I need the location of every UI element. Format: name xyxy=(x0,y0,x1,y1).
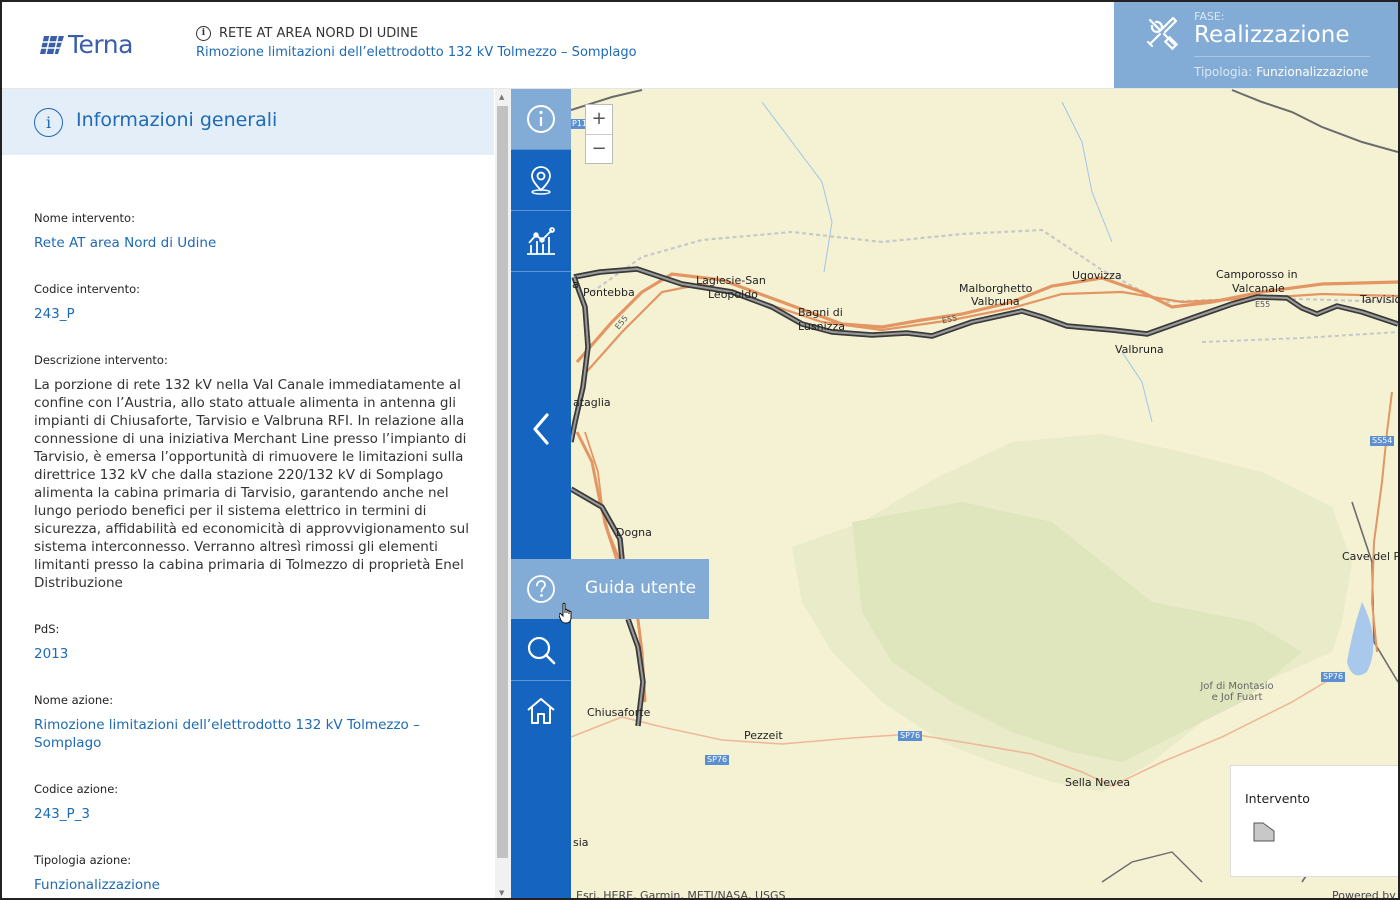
map-label-jof: Jof di Montasio e Jof Fuart xyxy=(1200,681,1274,703)
chevron-left-icon xyxy=(533,413,549,445)
panel-header: i Informazioni generali xyxy=(2,89,494,155)
map-label-ugovizza: Ugovizza xyxy=(1072,269,1122,282)
descrizione-value: La porzione di rete 132 kV nella Val Can… xyxy=(34,377,469,591)
map-label-valcanale: Valcanale xyxy=(1232,282,1285,295)
header: Terna i RETE AT AREA NORD DI UDINE Rimoz… xyxy=(2,2,1398,89)
map-label-a-left: a xyxy=(572,278,579,291)
map-label-dogna: Dogna xyxy=(616,526,652,539)
pds-value: 2013 xyxy=(34,646,69,662)
zoom-in-button[interactable]: + xyxy=(586,105,612,135)
road-sp76-a: SP76 xyxy=(705,755,730,765)
field-nome-azione: Nome azione: Rimozione limitazioni dell’… xyxy=(34,693,434,752)
toolbar-location-button[interactable] xyxy=(511,150,571,211)
field-pds: PdS: 2013 xyxy=(34,622,474,663)
field-tipologia-azione: Tipologia azione: Funzionalizzazione xyxy=(34,853,474,894)
panel-title: Informazioni generali xyxy=(76,109,278,131)
map-legend: Intervento xyxy=(1230,765,1398,877)
road-sp76-b: SP76 xyxy=(898,731,923,741)
info-panel: i Informazioni generali Nome intervento:… xyxy=(2,89,494,898)
map-label-ataglia: ataglia xyxy=(573,396,611,409)
codice-azione-value: 243_P_3 xyxy=(34,806,90,822)
app-window: Terna i RETE AT AREA NORD DI UDINE Rimoz… xyxy=(0,0,1400,900)
field-nome-intervento: Nome intervento: Rete AT area Nord di Ud… xyxy=(34,211,474,252)
phase-box: FASE: Realizzazione Tipologia: Funzionali… xyxy=(1114,2,1398,88)
phase-tipologia-value: Funzionalizzazione xyxy=(1256,65,1369,79)
info-icon: i xyxy=(196,26,211,41)
map-label-malborghetto: Malborghetto xyxy=(959,282,1033,295)
phase-tipologia: Tipologia: Funzionalizzazione xyxy=(1194,65,1369,79)
zoom-out-button[interactable]: − xyxy=(586,135,612,164)
map-label-valbruna-b: Valbruna xyxy=(1115,343,1164,356)
tools-icon xyxy=(1146,16,1179,51)
map-label-cave-del: Cave del P xyxy=(1342,550,1400,563)
map-label-pezzeit: Pezzeit xyxy=(744,729,783,742)
map-label-camporosso: Camporosso in xyxy=(1216,268,1298,281)
zoom-control: + − xyxy=(585,104,613,164)
info-icon xyxy=(527,105,555,133)
map-label-pontebba: Pontebba xyxy=(583,286,635,299)
legend-polygon-icon xyxy=(1253,822,1275,842)
terna-logo-icon xyxy=(40,35,64,54)
field-codice-azione: Codice azione: 243_P_3 xyxy=(34,782,474,823)
map-label-sia: sia xyxy=(573,836,589,849)
road-e55-c: E55 xyxy=(1255,300,1271,309)
powered-by[interactable]: Powered by xyxy=(1332,889,1396,898)
search-icon xyxy=(527,636,556,665)
home-icon xyxy=(527,698,555,724)
area-name: RETE AT AREA NORD DI UDINE xyxy=(219,26,419,41)
map-attribution: Esri, HERE, Garmin, METI/NASA, USGS xyxy=(576,889,786,900)
map-label-sella-nevea: Sella Nevea xyxy=(1065,776,1131,789)
scroll-up-icon[interactable]: ▲ xyxy=(499,93,504,101)
toolbar-search-button[interactable] xyxy=(511,620,571,681)
map-label-laglesie: Laglesie-San xyxy=(696,274,766,287)
legend-title: Intervento xyxy=(1245,791,1310,806)
location-pin-icon xyxy=(531,166,551,195)
toolbar-home-button[interactable] xyxy=(511,681,571,741)
toolbar-info-button[interactable] xyxy=(511,89,571,150)
field-descrizione: Descrizione intervento: La porzione di r… xyxy=(34,353,474,592)
nome-intervento-value: Rete AT area Nord di Udine xyxy=(34,235,217,251)
map-label-bagni: Bagni di xyxy=(798,306,843,319)
toolbar-chart-button[interactable] xyxy=(511,211,571,272)
map-toolbar xyxy=(511,89,571,898)
chart-icon xyxy=(527,227,555,255)
map-label-lusnizza: Lusnizza xyxy=(798,320,845,333)
header-info: i RETE AT AREA NORD DI UDINE Rimozione l… xyxy=(196,26,637,60)
road-ss54: SS54 xyxy=(1370,436,1395,446)
tipologia-azione-value: Funzionalizzazione xyxy=(34,877,160,893)
phase-divider xyxy=(1194,56,1370,57)
help-icon xyxy=(527,575,555,603)
terna-logo[interactable]: Terna xyxy=(40,30,133,59)
logo-text: Terna xyxy=(68,30,133,59)
intervention-title[interactable]: Rimozione limitazioni dell’elettrodotto … xyxy=(196,45,637,60)
scroll-down-icon[interactable]: ▼ xyxy=(499,889,504,897)
codice-intervento-value: 243_P xyxy=(34,306,75,322)
map-label-leopoldo: Leopoldo xyxy=(708,288,758,301)
road-sp76-c: SP76 xyxy=(1321,672,1346,682)
guida-utente-button[interactable]: Guida utente xyxy=(511,559,709,619)
phase-value: Realizzazione xyxy=(1194,22,1350,48)
hand-cursor-icon xyxy=(559,602,572,624)
map-label-valbruna-a: Valbruna xyxy=(971,295,1020,308)
map-label-chiusaforte: Chiusaforte xyxy=(587,706,651,719)
info-circle-icon: i xyxy=(34,108,63,137)
panel-scrollbar-thumb[interactable] xyxy=(497,106,508,858)
guida-utente-label: Guida utente xyxy=(585,578,697,598)
collapse-panel-button[interactable] xyxy=(511,399,571,459)
field-codice-intervento: Codice intervento: 243_P xyxy=(34,282,474,323)
map-label-tarvisio: Tarvisio xyxy=(1360,293,1400,306)
nome-azione-value: Rimozione limitazioni dell’elettrodotto … xyxy=(34,717,420,751)
